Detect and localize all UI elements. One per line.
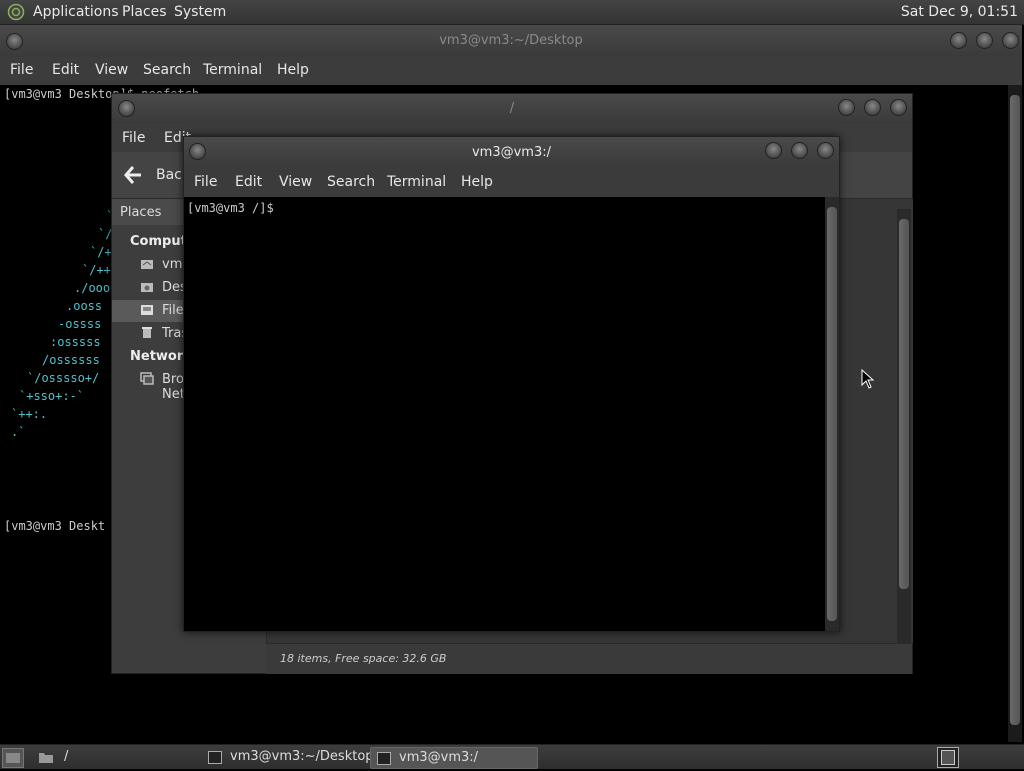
minimize-button[interactable] (838, 99, 855, 116)
show-desktop-button[interactable] (2, 748, 24, 768)
window-title: vm3@vm3:~/Desktop (439, 33, 583, 48)
terminal-prompt: [vm3@vm3 /]$ (187, 201, 274, 215)
menu-terminal[interactable]: Terminal (203, 62, 262, 78)
ascii-art-line: ./ooo (74, 281, 111, 295)
title-bar[interactable]: vm3@vm3:/ (184, 137, 839, 167)
root-terminal-window: vm3@vm3:/ File Edit View Search Terminal… (183, 136, 840, 632)
terminal-icon (208, 751, 222, 764)
top-panel: Applications Places System Sat Dec 9, 01… (0, 0, 1024, 25)
ascii-art-line: `/+ (90, 245, 112, 259)
folder-icon (39, 753, 53, 763)
places-menu[interactable]: Places (122, 4, 167, 20)
menu-bar: File Edit View Search Terminal Help (0, 57, 1022, 85)
ascii-art-line: .` (11, 425, 26, 439)
distro-logo-icon[interactable] (7, 3, 25, 21)
menu-terminal[interactable]: Terminal (387, 174, 446, 190)
back-button[interactable]: Back (118, 160, 190, 190)
menu-help[interactable]: Help (277, 62, 309, 78)
terminal-area[interactable]: [vm3@vm3 /]$ (184, 197, 825, 631)
menu-file[interactable]: File (10, 62, 33, 78)
taskbar-item-label: vm3@vm3:/ (399, 750, 479, 765)
window-title: / (509, 101, 515, 116)
menu-view[interactable]: View (95, 62, 128, 78)
taskbar-item-desktop-terminal[interactable]: vm3@vm3:~/Desktop (202, 747, 374, 767)
vertical-scrollbar[interactable] (897, 209, 911, 643)
close-button[interactable] (890, 99, 907, 116)
system-menu[interactable]: System (174, 4, 226, 20)
maximize-button[interactable] (791, 142, 808, 159)
back-arrow-icon (124, 166, 141, 184)
menu-view[interactable]: View (279, 174, 312, 190)
ascii-art-line: /ossssss (42, 353, 100, 367)
ascii-art-line: `+sso+:-` (19, 389, 85, 403)
status-bar: 18 items, Free space: 32.6 GB (266, 643, 912, 674)
status-text: 18 items, Free space: 32.6 GB (280, 652, 447, 665)
trash-icon (142, 327, 152, 338)
menu-edit[interactable]: Edit (235, 174, 262, 190)
ascii-art-line: :osssss (50, 335, 101, 349)
close-button[interactable] (817, 142, 834, 159)
ascii-art-line: .ooss (66, 299, 103, 313)
menu-file[interactable]: File (122, 130, 145, 146)
scrollbar-thumb[interactable] (1010, 95, 1020, 725)
taskbar-item-root-terminal[interactable]: vm3@vm3:/ (370, 747, 538, 769)
ascii-art-line: `++:. (11, 407, 48, 421)
vertical-scrollbar[interactable] (825, 197, 839, 631)
maximize-button[interactable] (864, 99, 881, 116)
taskbar-item-file-manager[interactable]: / (34, 747, 200, 767)
maximize-button[interactable] (976, 32, 993, 49)
title-bar[interactable]: / (112, 94, 912, 124)
desktop-folder-icon (141, 283, 153, 292)
applications-menu[interactable]: Applications (33, 4, 119, 20)
network-icon (140, 372, 154, 385)
taskbar-item-label: vm3@vm3:~/Desktop (230, 749, 374, 764)
taskbar-item-label: / (64, 749, 69, 764)
minimize-button[interactable] (950, 32, 967, 49)
menu-search[interactable]: Search (327, 174, 375, 190)
scrollbar-thumb[interactable] (899, 219, 909, 589)
scrollbar-thumb[interactable] (827, 207, 837, 621)
ascii-art-line: -ossss (58, 317, 102, 331)
menu-search[interactable]: Search (143, 62, 191, 78)
close-button[interactable] (1002, 32, 1019, 49)
clock[interactable]: Sat Dec 9, 01:51 (901, 4, 1018, 20)
bottom-panel: / vm3@vm3:~/Desktop vm3@vm3:/ (0, 744, 1024, 769)
mouse-cursor-icon (861, 369, 875, 389)
minimize-button[interactable] (765, 142, 782, 159)
workspace-1[interactable] (941, 750, 955, 765)
menu-bar: File Edit View Search Terminal Help (184, 167, 839, 197)
ascii-art-line: `/++ (82, 263, 111, 277)
places-label: Places (120, 205, 162, 220)
drive-icon (141, 305, 153, 315)
ascii-art-line: `/osssso+/ (27, 371, 100, 385)
menu-help[interactable]: Help (461, 174, 493, 190)
menu-edit[interactable]: Edit (52, 62, 79, 78)
terminal-line: [vm3@vm3 Deskt (4, 519, 106, 533)
workspace-switcher[interactable] (937, 747, 959, 768)
title-bar[interactable]: vm3@vm3:~/Desktop (0, 25, 1022, 57)
window-title: vm3@vm3:/ (471, 145, 551, 160)
vertical-scrollbar[interactable] (1008, 85, 1022, 742)
home-folder-icon (141, 260, 153, 269)
show-desktop-icon (6, 753, 20, 763)
menu-file[interactable]: File (194, 174, 217, 190)
terminal-icon (377, 752, 391, 765)
